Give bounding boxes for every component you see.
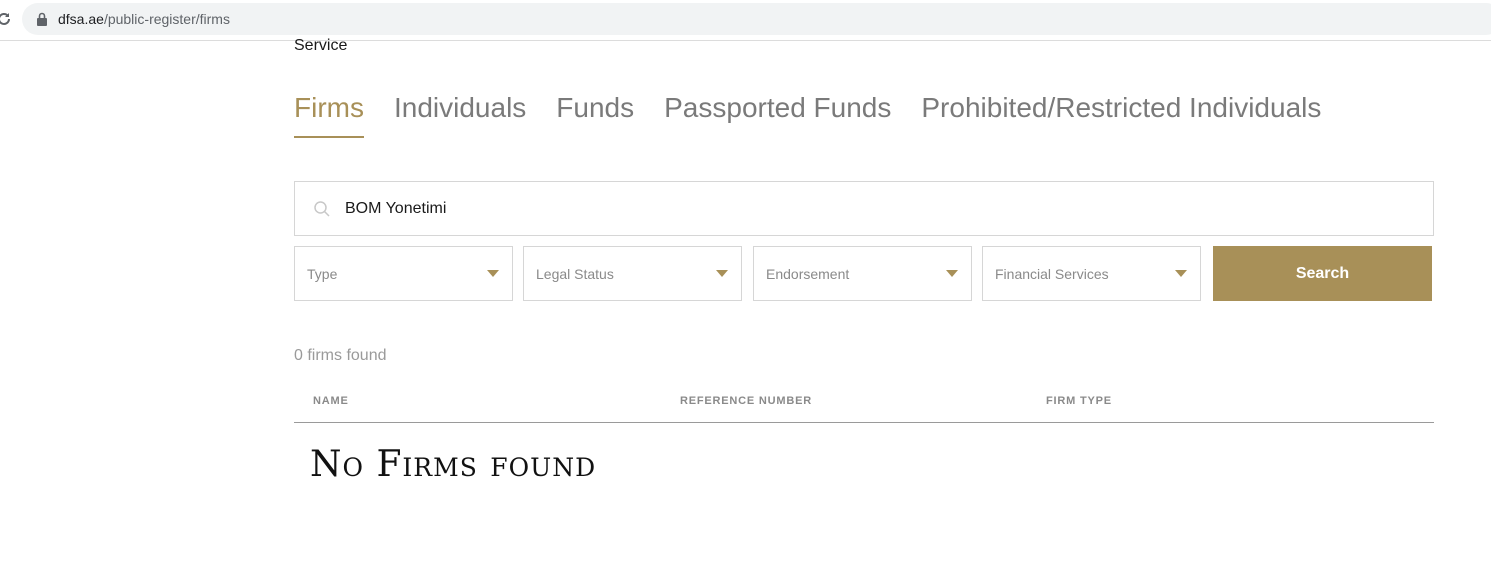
results-count: 0 firms found [294,347,387,364]
search-button[interactable]: Search [1213,246,1432,301]
service-text: Service [294,37,348,54]
results-table-header: NAME REFERENCE NUMBER FIRM TYPE [294,393,1434,423]
register-tabs: Firms Individuals Funds Passported Funds… [294,90,1351,138]
browser-toolbar: dfsa.ae/public-register/firms [0,0,1491,41]
financial-services-dropdown-label: Financial Services [995,266,1109,282]
search-box [294,181,1434,236]
lock-icon [37,12,47,26]
tab-prohibited-restricted-individuals[interactable]: Prohibited/Restricted Individuals [921,90,1321,138]
search-input[interactable] [345,182,1415,235]
caret-down-icon [487,270,499,277]
search-icon [314,201,330,217]
column-header-reference-number[interactable]: REFERENCE NUMBER [680,395,812,407]
column-header-firm-type[interactable]: FIRM TYPE [1046,395,1112,407]
endorsement-dropdown[interactable]: Endorsement [753,246,972,301]
caret-down-icon [946,270,958,277]
tab-individuals[interactable]: Individuals [394,90,526,138]
no-results-message: No Firms found [310,444,597,485]
financial-services-dropdown[interactable]: Financial Services [982,246,1201,301]
url-domain: dfsa.ae [58,11,104,27]
tab-firms[interactable]: Firms [294,90,364,138]
tab-passported-funds[interactable]: Passported Funds [664,90,891,138]
legal-status-dropdown-label: Legal Status [536,266,614,282]
legal-status-dropdown[interactable]: Legal Status [523,246,742,301]
column-header-name[interactable]: NAME [313,395,349,407]
caret-down-icon [716,270,728,277]
reload-icon[interactable] [0,11,12,27]
tab-funds[interactable]: Funds [556,90,634,138]
endorsement-dropdown-label: Endorsement [766,266,850,282]
url-path: /public-register/firms [103,11,230,27]
type-dropdown[interactable]: Type [294,246,513,301]
address-bar[interactable]: dfsa.ae/public-register/firms [22,3,1491,35]
caret-down-icon [1175,270,1187,277]
url-text: dfsa.ae/public-register/firms [58,11,230,27]
type-dropdown-label: Type [307,266,338,282]
